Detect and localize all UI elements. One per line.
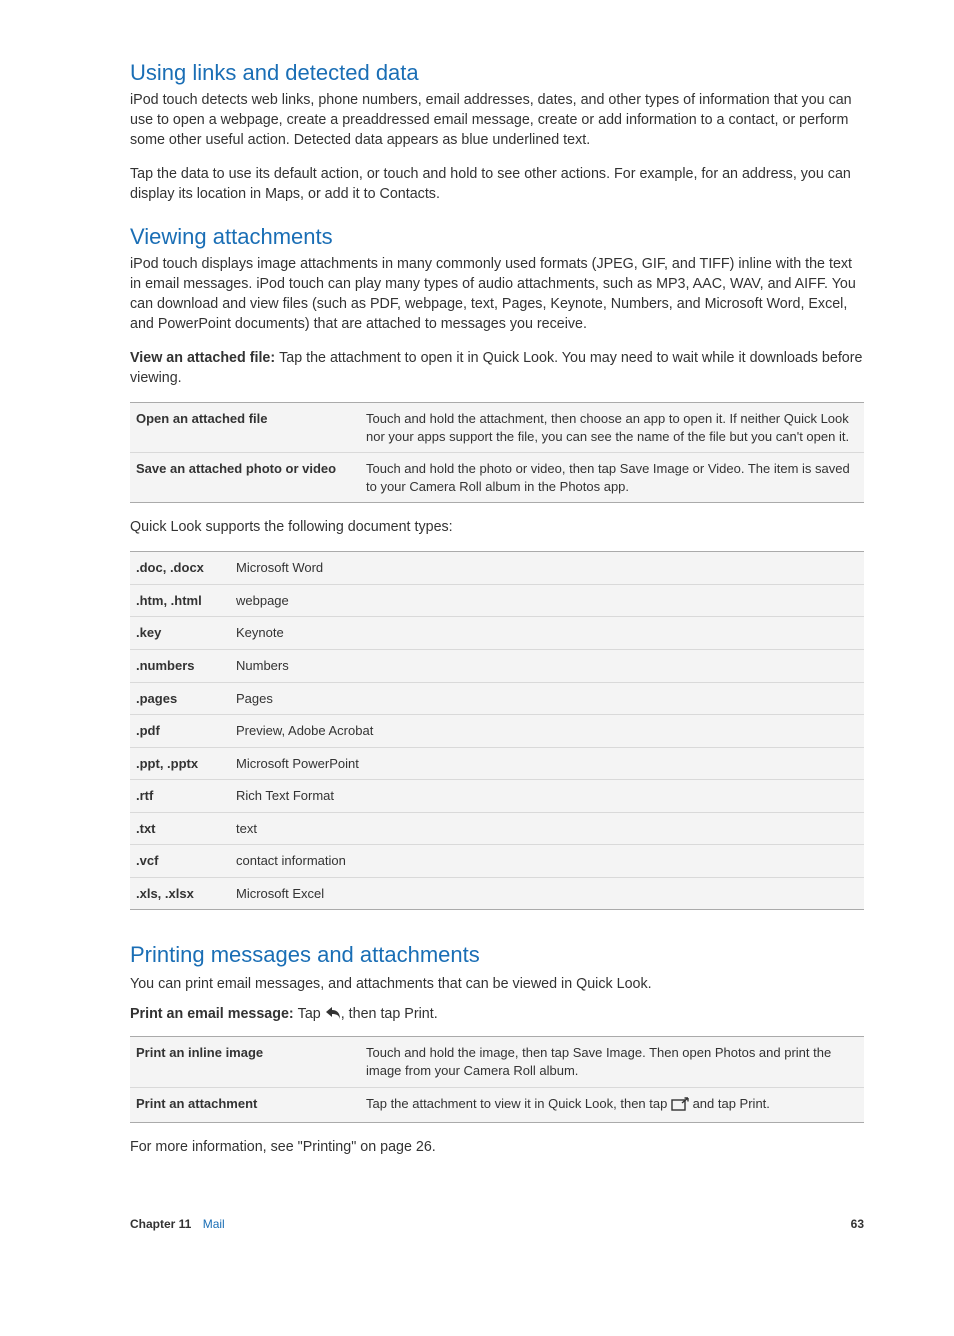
type-ext: .doc, .docx — [130, 552, 230, 585]
type-ext: .vcf — [130, 845, 230, 878]
type-ext: .pdf — [130, 715, 230, 748]
type-desc: text — [230, 812, 864, 845]
type-ext: .ppt, .pptx — [130, 747, 230, 780]
table-row: .keyKeynote — [130, 617, 864, 650]
document-types-table: .doc, .docxMicrosoft Word .htm, .htmlweb… — [130, 551, 864, 910]
print-email-before: Tap — [298, 1006, 325, 1022]
table-desc: Touch and hold the image, then tap Save … — [360, 1037, 864, 1087]
type-ext: .htm, .html — [130, 584, 230, 617]
table-desc: Touch and hold the photo or video, then … — [360, 453, 864, 503]
table-label: Save an attached photo or video — [130, 453, 360, 503]
type-ext: .numbers — [130, 650, 230, 683]
table-row: Print an inline image Touch and hold the… — [130, 1037, 864, 1087]
heading-links-detected: Using links and detected data — [130, 60, 864, 86]
section1-p2: Tap the data to use its default action, … — [130, 164, 864, 204]
type-ext: .xls, .xlsx — [130, 877, 230, 910]
table-label: Print an attachment — [130, 1087, 360, 1123]
type-desc: Microsoft PowerPoint — [230, 747, 864, 780]
printing-table: Print an inline image Touch and hold the… — [130, 1036, 864, 1123]
quicklook-intro: Quick Look supports the following docume… — [130, 517, 864, 537]
page-footer: Chapter 11 Mail 63 — [130, 1217, 864, 1231]
type-desc: Microsoft Excel — [230, 877, 864, 910]
type-desc: webpage — [230, 584, 864, 617]
section1-p1: iPod touch detects web links, phone numb… — [130, 90, 864, 150]
table-label: Print an inline image — [130, 1037, 360, 1087]
type-ext: .rtf — [130, 780, 230, 813]
print-attachment-before: Tap the attachment to view it in Quick L… — [366, 1096, 671, 1111]
print-email-line: Print an email message: Tap , then tap P… — [130, 1004, 864, 1026]
print-email-after: , then tap Print. — [341, 1006, 438, 1022]
table-row: .pdfPreview, Adobe Acrobat — [130, 715, 864, 748]
type-desc: Numbers — [230, 650, 864, 683]
table-desc: Tap the attachment to view it in Quick L… — [360, 1087, 864, 1123]
reply-arrow-icon — [325, 1006, 341, 1026]
view-attached-label: View an attached file: — [130, 350, 279, 366]
share-action-icon — [671, 1097, 689, 1116]
type-ext: .key — [130, 617, 230, 650]
table-row: Print an attachment Tap the attachment t… — [130, 1087, 864, 1123]
type-ext: .txt — [130, 812, 230, 845]
table-row: .pagesPages — [130, 682, 864, 715]
type-ext: .pages — [130, 682, 230, 715]
type-desc: Rich Text Format — [230, 780, 864, 813]
print-attachment-after: and tap Print. — [689, 1096, 770, 1111]
type-desc: Preview, Adobe Acrobat — [230, 715, 864, 748]
page-number: 63 — [851, 1217, 864, 1231]
chapter-name: Mail — [203, 1217, 225, 1231]
table-row: .xls, .xlsxMicrosoft Excel — [130, 877, 864, 910]
more-info: For more information, see "Printing" on … — [130, 1137, 864, 1157]
type-desc: Microsoft Word — [230, 552, 864, 585]
footer-left: Chapter 11 Mail — [130, 1217, 225, 1231]
table-row: .txttext — [130, 812, 864, 845]
table-row: .ppt, .pptxMicrosoft PowerPoint — [130, 747, 864, 780]
section3-p1: You can print email messages, and attach… — [130, 974, 864, 994]
table-row: Open an attached file Touch and hold the… — [130, 403, 864, 453]
type-desc: contact information — [230, 845, 864, 878]
chapter-label: Chapter 11 — [130, 1217, 191, 1231]
table-row: .doc, .docxMicrosoft Word — [130, 552, 864, 585]
print-email-label: Print an email message: — [130, 1006, 298, 1022]
table-row: .rtfRich Text Format — [130, 780, 864, 813]
section2-view-file: View an attached file: Tap the attachmen… — [130, 348, 864, 388]
table-label: Open an attached file — [130, 403, 360, 453]
type-desc: Pages — [230, 682, 864, 715]
table-row: Save an attached photo or video Touch an… — [130, 453, 864, 503]
table-row: .vcfcontact information — [130, 845, 864, 878]
table-row: .htm, .htmlwebpage — [130, 584, 864, 617]
table-row: .numbersNumbers — [130, 650, 864, 683]
attachments-actions-table: Open an attached file Touch and hold the… — [130, 402, 864, 503]
type-desc: Keynote — [230, 617, 864, 650]
heading-printing: Printing messages and attachments — [130, 942, 864, 968]
heading-viewing-attachments: Viewing attachments — [130, 224, 864, 250]
table-desc: Touch and hold the attachment, then choo… — [360, 403, 864, 453]
section2-p1: iPod touch displays image attachments in… — [130, 254, 864, 334]
